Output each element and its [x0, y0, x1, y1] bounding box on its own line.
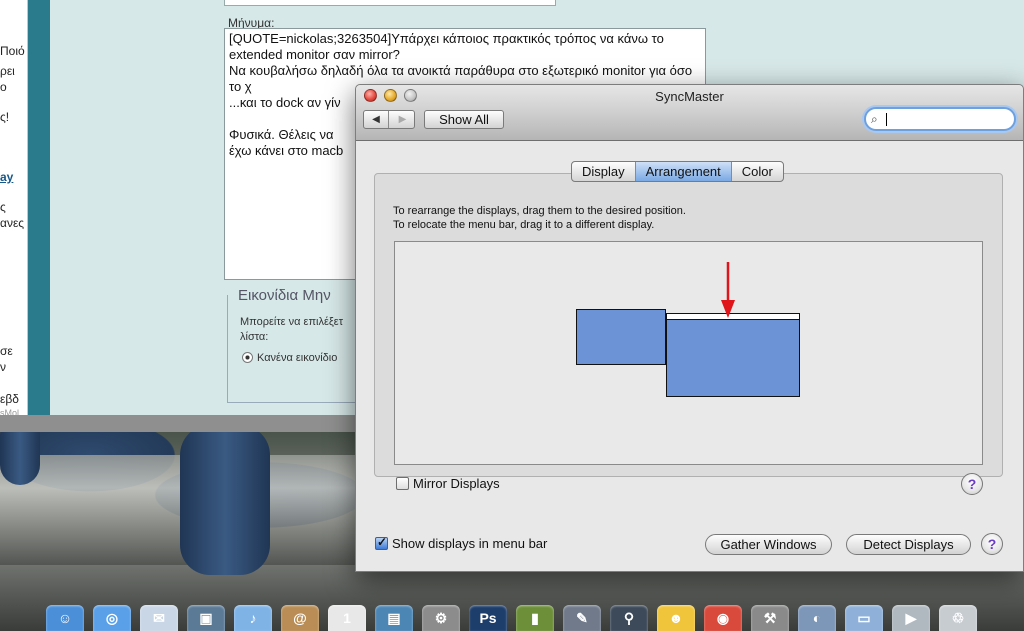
mirror-displays-checkbox[interactable]	[396, 477, 409, 490]
search-input[interactable]: ⌕	[864, 107, 1016, 131]
wallpaper-leg	[180, 425, 270, 575]
window-title: SyncMaster	[655, 89, 724, 104]
instructions-line-2: To relocate the menu bar, drag it to a d…	[393, 219, 655, 231]
no-icon-radio[interactable]: Κανένα εικονίδιο	[242, 352, 337, 364]
tab-arrangement[interactable]: Arrangement	[635, 162, 732, 181]
trash-icon[interactable]: ♲	[939, 605, 977, 631]
left-column-snippet: ρει	[0, 64, 15, 78]
display-thumbnail-main[interactable]	[666, 313, 800, 397]
address-book-icon[interactable]: @	[281, 605, 319, 631]
script-icon[interactable]: ✎	[563, 605, 601, 631]
finder-icon[interactable]: ☺	[46, 605, 84, 631]
icons-fieldset-legend: Εικονίδια Μην	[236, 287, 333, 304]
titlebar[interactable]: SyncMaster ◀ ▶ Show All ⌕	[356, 85, 1023, 141]
help-button[interactable]: ?	[981, 533, 1003, 555]
gather-windows-button[interactable]: Gather Windows	[705, 534, 832, 555]
instructions-line-1: To rearrange the displays, drag them to …	[393, 205, 686, 217]
left-column-snippet: sMol	[0, 408, 20, 415]
show-displays-in-menubar-label: Show displays in menu bar	[392, 536, 548, 551]
binoculars-icon[interactable]: ⚲	[610, 605, 648, 631]
search-icon: ⌕	[871, 112, 878, 126]
arrangement-area	[394, 241, 983, 465]
arrangement-instructions: To rearrange the displays, drag them to …	[393, 204, 686, 232]
no-icon-radio-label: Κανένα εικονίδιο	[257, 352, 338, 364]
browser-scroll-bar[interactable]	[28, 0, 50, 415]
forward-arrow-icon[interactable]: ▶	[390, 111, 415, 128]
preview-icon[interactable]: ▶	[892, 605, 930, 631]
iphoto-icon[interactable]: ▤	[375, 605, 413, 631]
messenger-icon[interactable]: ☻	[657, 605, 695, 631]
detect-displays-button[interactable]: Detect Displays	[846, 534, 971, 555]
text-caret	[886, 113, 887, 126]
ical-icon[interactable]: 1	[328, 605, 366, 631]
left-column-snippet: ay	[0, 170, 14, 184]
mirror-displays-label: Mirror Displays	[413, 476, 500, 491]
dock: ☺ ◎ ✉ ▣ ♪ @1 ▤ ⚙ Ps ▮ ✎ ⚲ ☻ ◉ ⚒ ◐ ▭ ▶ ♲	[40, 604, 1024, 631]
back-arrow-icon[interactable]: ◀	[364, 111, 389, 128]
folder-icon[interactable]: ▭	[845, 605, 883, 631]
icons-fieldset: Εικονίδια Μην Μπορείτε να επιλέξετ λίστα…	[227, 287, 367, 403]
left-column-snippet: ο	[0, 80, 7, 94]
stats-icon[interactable]: ▮	[516, 605, 554, 631]
left-column-snippet: Ποιό	[0, 44, 25, 58]
icons-fieldset-text: Μπορείτε να επιλέξετ λίστα:	[240, 316, 344, 343]
left-column-snippet: εβδ	[0, 392, 19, 406]
help-button[interactable]: ?	[961, 473, 983, 495]
left-column-snippet: ανες	[0, 216, 25, 230]
safari-icon[interactable]: ◎	[93, 605, 131, 631]
back-forward-control: ◀ ▶	[363, 110, 415, 129]
tab-bar: Display Arrangement Color	[571, 161, 784, 182]
show-displays-in-menubar-checkbox[interactable]	[375, 535, 388, 550]
mail-icon[interactable]: ✉	[140, 605, 178, 631]
chrome-icon[interactable]: ◉	[704, 605, 742, 631]
left-column-snippet: ν	[0, 360, 6, 374]
photoshop-icon[interactable]: Ps	[469, 605, 507, 631]
subject-field[interactable]	[224, 0, 556, 6]
left-column-snippet: ς!	[0, 110, 10, 124]
photo-icon[interactable]: ▣	[187, 605, 225, 631]
preferences-icon[interactable]: ⚙	[422, 605, 460, 631]
left-column-snippet: ς	[0, 200, 6, 214]
radio-icon[interactable]	[242, 352, 253, 363]
syncmaster-window: SyncMaster ◀ ▶ Show All ⌕ Display Arrang…	[355, 84, 1024, 572]
plugin-icon[interactable]: ⚒	[751, 605, 789, 631]
tab-display[interactable]: Display	[572, 162, 636, 181]
tab-color[interactable]: Color	[732, 162, 783, 181]
display-thumbnail-secondary[interactable]	[576, 309, 666, 365]
browser-icon[interactable]: ◐	[798, 605, 836, 631]
browser-left-column: Ποιό ρει ο ς! ay ς ανες σε ν εβδ sMol	[0, 0, 28, 415]
red-arrow-annotation	[721, 262, 735, 318]
left-column-snippet: σε	[0, 344, 13, 358]
show-all-button[interactable]: Show All	[424, 110, 504, 129]
itunes-icon[interactable]: ♪	[234, 605, 272, 631]
